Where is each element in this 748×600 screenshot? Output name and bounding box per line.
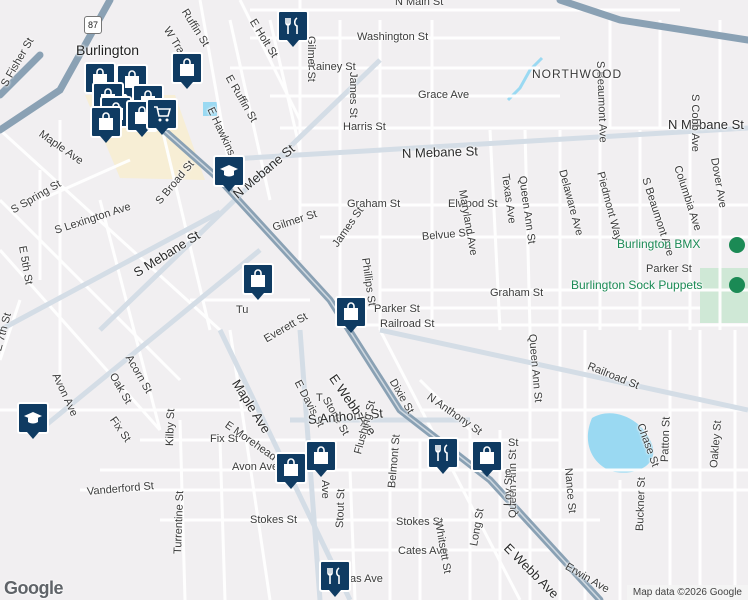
street-label-t-frag: T	[316, 392, 323, 404]
street-label-st-frag: St	[508, 437, 519, 449]
route-shield: 87	[84, 16, 102, 34]
shopping-pin[interactable]	[242, 263, 274, 301]
shopping-bag-icon	[180, 58, 194, 76]
school-pin[interactable]	[17, 402, 49, 440]
stadium-poi-icon[interactable]	[729, 277, 745, 293]
shopping-bag-icon	[99, 112, 113, 130]
street-label-ave-frag: e	[505, 466, 512, 478]
street-label-n-mebane-top: N Mebane St	[401, 143, 479, 161]
street-label-elwood: Elwood St	[448, 198, 498, 210]
shopping-bag-icon	[314, 446, 328, 464]
fork-knife-icon	[285, 17, 298, 34]
bmx-poi-icon[interactable]	[729, 237, 745, 253]
street-label-loy: Loy St	[502, 474, 516, 507]
street-label-as-ave: as Ave	[350, 573, 383, 585]
street-label-graham-mid: Graham St	[490, 287, 544, 299]
map-attribution[interactable]: Map data ©2026 Google	[626, 585, 748, 600]
map-canvas[interactable]: N Main St Washington St Rainey St Grace …	[0, 0, 748, 600]
school-pin[interactable]	[213, 155, 245, 193]
street-label-patton: Patton St	[659, 416, 673, 463]
shopping-pin[interactable]	[90, 106, 122, 144]
shopping-cart-icon	[154, 106, 172, 122]
graduation-cap-icon	[220, 165, 238, 177]
street-label-n-mebane-right: N Mebane St	[668, 117, 744, 132]
street-label-n-main: N Main St	[395, 0, 444, 8]
restaurant-pin[interactable]	[277, 10, 309, 48]
shopping-pin[interactable]	[335, 296, 367, 334]
shopping-bag-icon	[251, 269, 265, 287]
shopping-bag-icon	[480, 446, 494, 464]
poi-label-sock-puppets[interactable]: Burlington Sock Puppets	[571, 279, 702, 291]
graduation-cap-icon	[24, 412, 42, 424]
street-label-tu: Tu	[236, 304, 249, 316]
street-label-kilby: Kilby St	[164, 408, 178, 447]
street-label-buckner: Buckner St	[634, 477, 648, 532]
restaurant-pin[interactable]	[427, 437, 459, 475]
shopping-bag-icon	[284, 458, 298, 476]
shopping-pin[interactable]	[471, 440, 503, 478]
restaurant-pin[interactable]	[319, 560, 351, 598]
street-label-turrentine: Turrentine St	[172, 490, 187, 555]
google-logo[interactable]: Google	[4, 578, 64, 599]
grocery-pin[interactable]	[146, 98, 178, 136]
street-label-stokes-left: Stokes St	[250, 514, 298, 526]
street-label-washington: Washington St	[357, 31, 429, 43]
street-label-ave-frag2: Ave	[319, 480, 331, 499]
shopping-pin[interactable]	[305, 440, 337, 478]
shopping-pin[interactable]	[171, 52, 203, 90]
fork-knife-icon	[435, 444, 448, 461]
street-label-stout: Stout St	[334, 488, 348, 529]
street-label-s-cobb: S Cobb Ave	[689, 94, 701, 152]
street-label-james-top: James St	[347, 72, 359, 118]
street-label-parker-right: Parker St	[646, 263, 692, 275]
street-label-railroad: Railroad St	[380, 318, 435, 330]
shopping-pin[interactable]	[275, 452, 307, 490]
street-label-parker-mid: Parker St	[374, 303, 420, 315]
city-label: Burlington	[76, 42, 140, 58]
street-label-grace: Grace Ave	[418, 89, 470, 101]
fork-knife-icon	[327, 567, 340, 584]
shopping-bag-icon	[344, 302, 358, 320]
street-label-avon: Avon Ave	[232, 461, 279, 473]
poi-label-bmx[interactable]: Burlington BMX	[617, 238, 700, 250]
street-label-harris: Harris St	[343, 121, 386, 133]
neighborhood-label: NORTHWOOD	[532, 67, 623, 81]
